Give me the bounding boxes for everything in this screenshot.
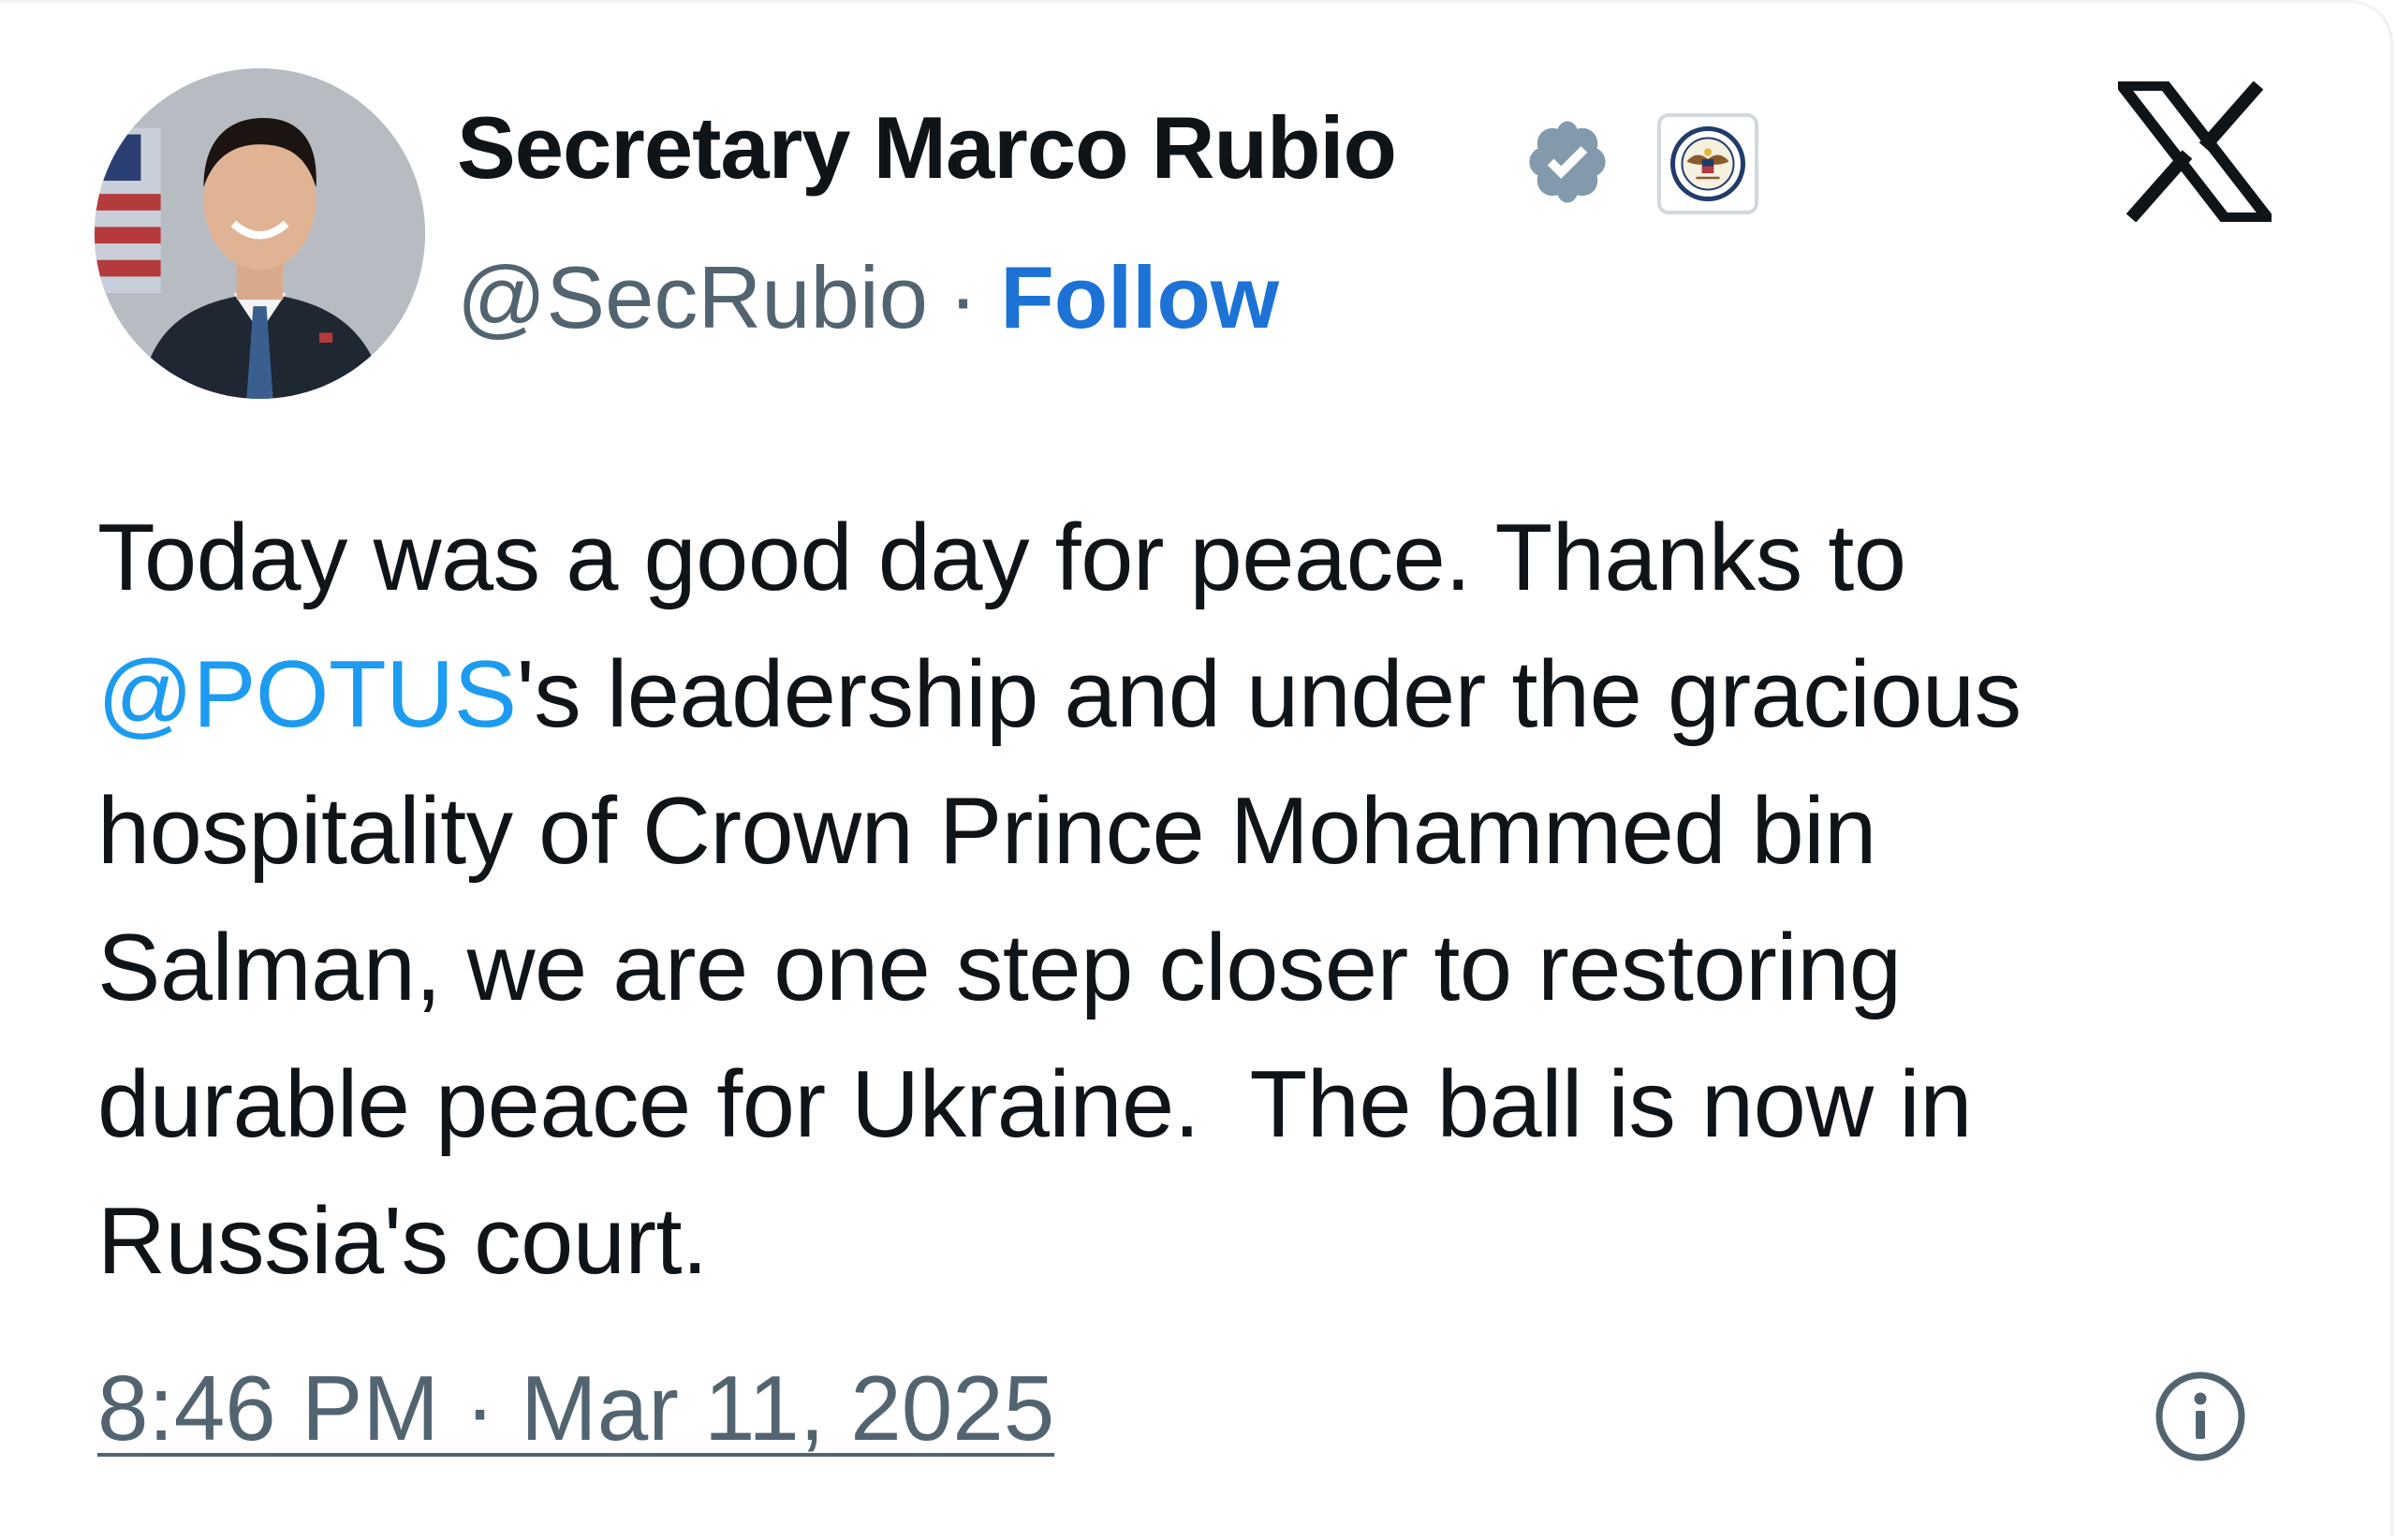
tweet-text-segment: hospitality of Crown Prince Mohammed bin [97, 779, 1876, 884]
state-department-seal-icon[interactable] [1657, 113, 1758, 214]
verified-badge-icon[interactable] [1513, 108, 1622, 216]
avatar[interactable] [95, 68, 425, 399]
tweet-text-segment: Russia's court. [97, 1189, 708, 1294]
x-logo-icon[interactable] [2110, 80, 2280, 224]
tweet-line: hospitality of Crown Prince Mohammed bin [97, 763, 2270, 900]
tweet-line: Russia's court. [97, 1173, 2270, 1310]
avatar-photo [95, 68, 425, 399]
tweet-text-segment: Today was a good day for peace. Thanks t… [97, 506, 1906, 610]
separator: · [949, 248, 978, 346]
handle-row: @SecRubio · Follow [457, 254, 1279, 342]
follow-button[interactable]: Follow [1000, 248, 1279, 346]
timestamp-link[interactable]: 8:46 PM · Mar 11, 2025 [97, 1362, 1054, 1454]
mention-link[interactable]: @POTUS [97, 642, 517, 747]
tweet-line: Today was a good day for peace. Thanks t… [97, 490, 2270, 626]
tweet-card: Secretary Marco Rubio @SecRubio·Follow [0, 0, 2393, 1536]
tweet-line: @POTUS's leadership and under the gracio… [97, 626, 2270, 763]
tweet-text-segment: 's leadership and under the gracious [516, 642, 2022, 747]
tweet-line: Salman, we are one step closer to restor… [97, 900, 2270, 1036]
tweet-text-segment: durable peace for Ukraine. The ball is n… [97, 1052, 1972, 1157]
handle[interactable]: @SecRubio [457, 248, 928, 346]
tweet-line: durable peace for Ukraine. The ball is n… [97, 1036, 2270, 1173]
display-name[interactable]: Secretary Marco Rubio [457, 104, 1397, 192]
info-icon[interactable] [2154, 1370, 2247, 1463]
tweet-text: Today was a good day for peace. Thanks t… [97, 490, 2270, 1310]
tweet-text-segment: Salman, we are one step closer to restor… [97, 916, 1902, 1020]
